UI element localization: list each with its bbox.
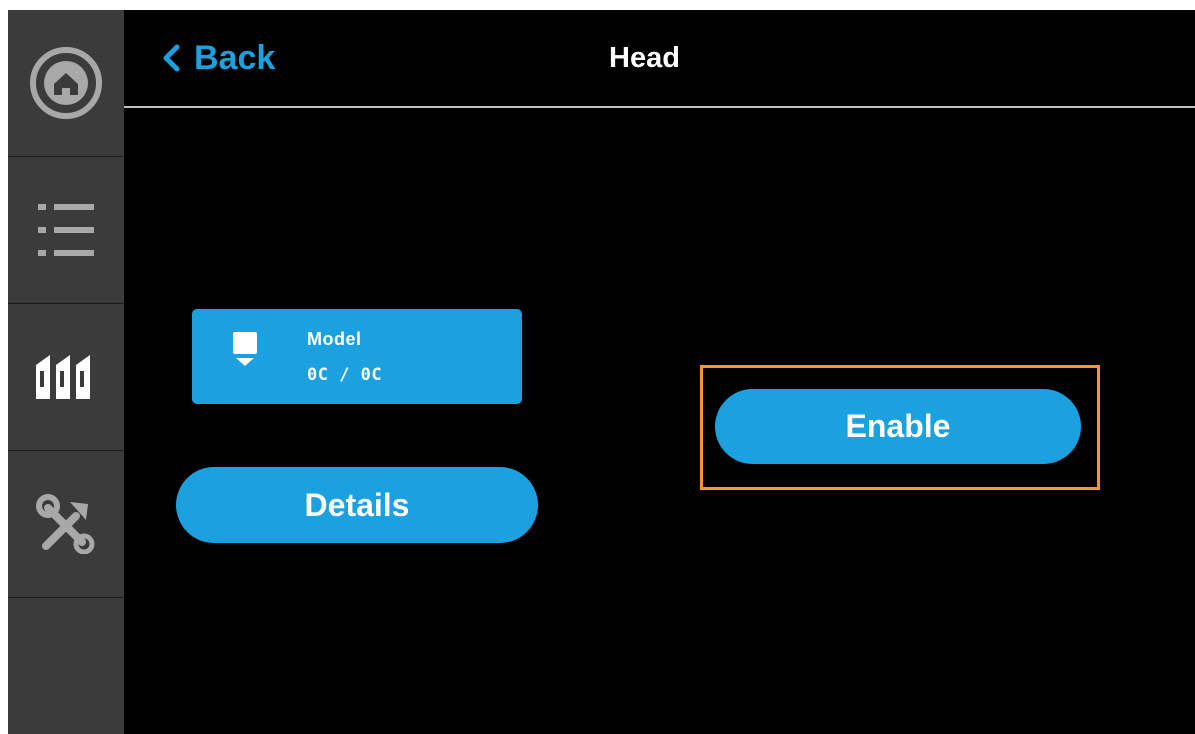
sidebar-item-material[interactable] (8, 304, 124, 451)
material-spools-icon (36, 355, 90, 399)
head-temperature: 0C / 0C (307, 365, 383, 385)
details-button[interactable]: Details (176, 467, 538, 543)
header-bar: Back Head (124, 10, 1195, 108)
list-icon (38, 204, 94, 256)
print-head-icon (233, 332, 257, 366)
sidebar-item-home[interactable] (8, 10, 124, 157)
touch-screen: Back Head Model 0C / 0C Details Enable (8, 10, 1195, 734)
sidebar-item-list[interactable] (8, 157, 124, 304)
sidebar-item-maintenance[interactable] (8, 451, 124, 598)
tools-icon (36, 494, 95, 554)
head-info-card[interactable]: Model 0C / 0C (192, 309, 522, 404)
head-model-label: Model (307, 329, 362, 349)
home-icon (30, 47, 102, 119)
page-title: Head (609, 42, 680, 74)
enable-button[interactable]: Enable (715, 389, 1081, 464)
sidebar (8, 10, 124, 734)
